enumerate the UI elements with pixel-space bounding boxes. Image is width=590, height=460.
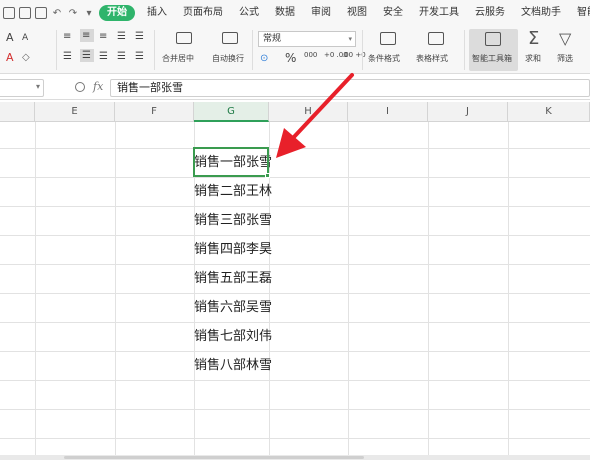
annotation-arrow [276,73,354,158]
scrollbar-thumb[interactable] [64,456,364,459]
